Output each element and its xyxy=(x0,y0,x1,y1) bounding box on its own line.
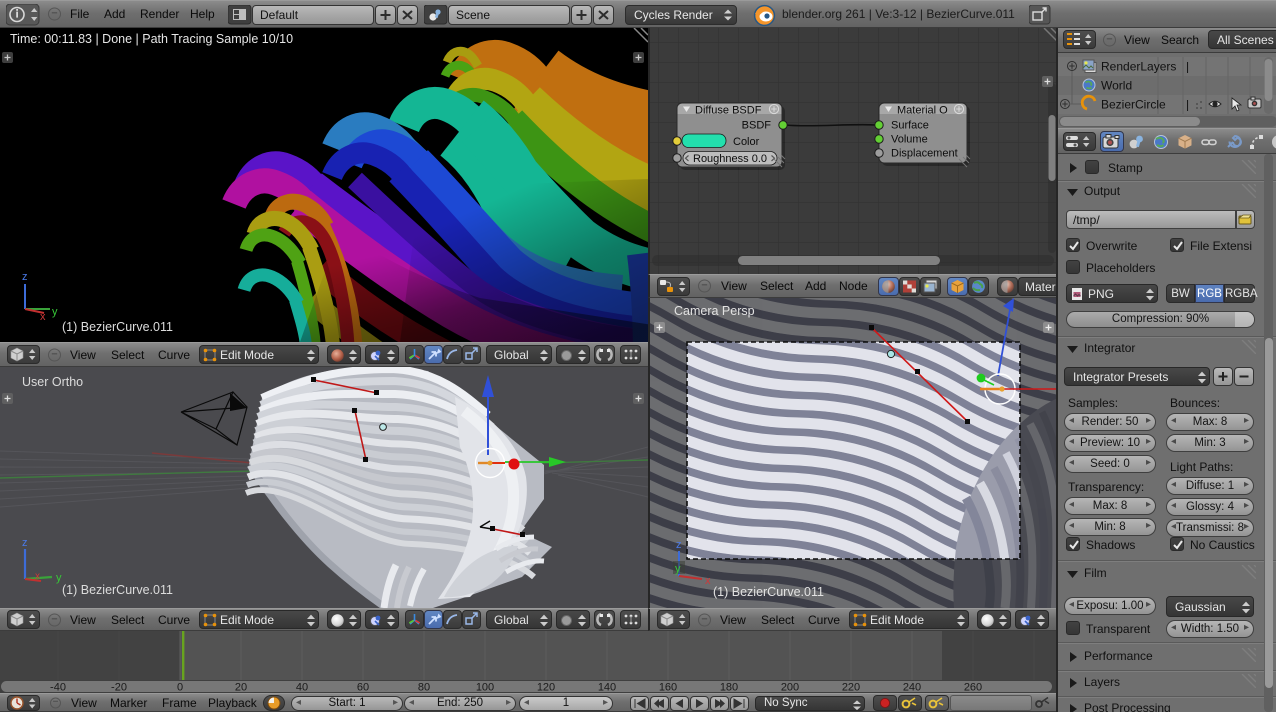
svg-text:x: x xyxy=(705,575,711,587)
svg-text:200: 200 xyxy=(781,682,799,694)
svg-text:40: 40 xyxy=(296,682,308,694)
svg-text:BSDF: BSDF xyxy=(742,120,772,132)
svg-text:User Ortho: User Ortho xyxy=(22,375,83,389)
svg-text:60: 60 xyxy=(357,682,369,694)
svg-text:-20: -20 xyxy=(111,682,127,694)
svg-text:Roughness 0.0: Roughness 0.0 xyxy=(693,153,767,165)
svg-text:z: z xyxy=(676,539,682,551)
svg-text:y: y xyxy=(675,563,681,575)
svg-text:y: y xyxy=(52,306,58,318)
svg-text:BezierCircle: BezierCircle xyxy=(1101,98,1166,112)
svg-text:240: 240 xyxy=(903,682,921,694)
svg-text:Volume: Volume xyxy=(891,134,928,146)
svg-text:80: 80 xyxy=(418,682,430,694)
svg-text:(1) BezierCurve.011: (1) BezierCurve.011 xyxy=(62,583,173,597)
svg-text:|: | xyxy=(1186,98,1189,112)
svg-text:160: 160 xyxy=(659,682,677,694)
svg-text:x: x xyxy=(35,571,40,582)
svg-text:180: 180 xyxy=(720,682,738,694)
svg-text:-40: -40 xyxy=(50,682,66,694)
svg-text:(1) BezierCurve.011: (1) BezierCurve.011 xyxy=(62,320,173,334)
svg-text:z: z xyxy=(22,271,28,283)
svg-text:(1) BezierCurve.011: (1) BezierCurve.011 xyxy=(713,585,824,599)
svg-text:Material O: Material O xyxy=(897,105,948,117)
svg-text:World: World xyxy=(1101,79,1132,93)
svg-text:Time: 00:11.83 | Done | Path T: Time: 00:11.83 | Done | Path Tracing Sam… xyxy=(10,32,293,46)
svg-text:120: 120 xyxy=(537,682,555,694)
svg-text:Surface: Surface xyxy=(891,120,929,132)
svg-text:100: 100 xyxy=(476,682,494,694)
svg-text:Camera Persp: Camera Persp xyxy=(674,304,755,318)
svg-text:20: 20 xyxy=(235,682,247,694)
svg-text:0: 0 xyxy=(177,682,183,694)
svg-text:140: 140 xyxy=(598,682,616,694)
svg-text:260: 260 xyxy=(964,682,982,694)
svg-text:RenderLayers: RenderLayers xyxy=(1101,60,1176,74)
svg-text:Color: Color xyxy=(733,136,760,148)
svg-text:|: | xyxy=(1186,60,1189,74)
svg-text:x: x xyxy=(40,311,46,323)
svg-text:Displacement: Displacement xyxy=(891,148,958,160)
svg-text:z: z xyxy=(22,537,28,549)
svg-text:Diffuse BSDF: Diffuse BSDF xyxy=(695,105,762,117)
svg-text:220: 220 xyxy=(842,682,860,694)
